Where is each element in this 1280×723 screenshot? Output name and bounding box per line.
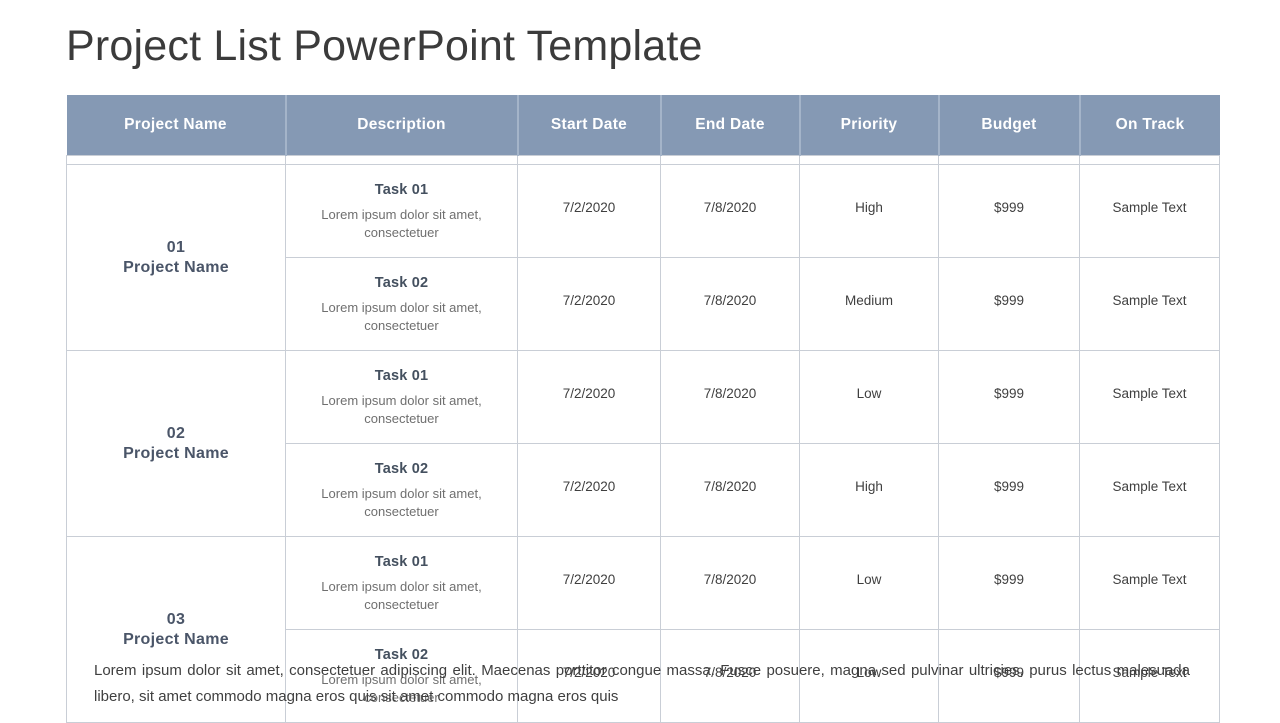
table-row[interactable]: 02 Project Name Task 01 Lorem ipsum dolo… — [66, 350, 1220, 537]
project-table: Project Name Description Start Date End … — [66, 95, 1220, 723]
priority-cell[interactable]: High — [799, 164, 939, 258]
priority-cell[interactable]: High — [799, 443, 939, 537]
on-track-cell[interactable]: Sample Text — [1079, 443, 1220, 537]
priority-cell[interactable]: Medium — [799, 257, 939, 351]
column-header-project-name[interactable]: Project Name — [66, 95, 287, 156]
description-cell[interactable]: Task 01 Lorem ipsum dolor sit amet, cons… — [285, 164, 518, 258]
budget-cell[interactable]: $999 — [938, 443, 1080, 537]
priority-value: Medium — [844, 292, 893, 308]
table-body: 01 Project Name Task 01 Lorem ipsum dolo… — [66, 155, 1220, 723]
start-date-cell[interactable]: 7/2/2020 — [517, 164, 661, 258]
budget-value: $999 — [993, 292, 1025, 308]
priority-value: High — [855, 199, 883, 215]
header-spacer-cell — [66, 155, 286, 165]
start-date-cell[interactable]: 7/2/2020 — [517, 257, 661, 351]
budget-value: $999 — [993, 571, 1025, 587]
header-spacer-cell — [938, 155, 1080, 165]
header-spacer-cell — [1079, 155, 1220, 165]
task-title: Task 01 — [374, 367, 429, 384]
priority-cell[interactable]: Low — [799, 536, 939, 630]
on-track-value: Sample Text — [1112, 292, 1187, 308]
budget-cell[interactable]: $999 — [938, 350, 1080, 444]
column-header-on-track[interactable]: On Track — [1079, 95, 1220, 156]
header-spacer-cell — [285, 155, 518, 165]
project-label: Project Name — [123, 630, 229, 648]
task-title: Task 02 — [374, 274, 429, 291]
project-table-wrapper: Project Name Description Start Date End … — [66, 95, 1220, 723]
task-description: Lorem ipsum dolor sit amet, consectetuer — [321, 392, 482, 426]
start-date-value: 7/2/2020 — [562, 478, 616, 494]
project-name-cell[interactable]: 01 Project Name — [66, 164, 286, 351]
start-date-cell[interactable]: 7/2/2020 — [517, 350, 661, 444]
priority-value: Low — [856, 385, 882, 401]
footer-description: Lorem ipsum dolor sit amet, consectetuer… — [94, 662, 1190, 705]
end-date-cell[interactable]: 7/8/2020 — [660, 350, 800, 444]
start-date-value: 7/2/2020 — [562, 385, 616, 401]
table-header: Project Name Description Start Date End … — [66, 95, 1220, 156]
task-title: Task 02 — [374, 460, 429, 477]
end-date-value: 7/8/2020 — [703, 292, 757, 308]
table-row[interactable]: 01 Project Name Task 01 Lorem ipsum dolo… — [66, 164, 1220, 351]
on-track-cell[interactable]: Sample Text — [1079, 536, 1220, 630]
start-date-value: 7/2/2020 — [562, 571, 616, 587]
on-track-cell[interactable]: Sample Text — [1079, 350, 1220, 444]
task-description: Lorem ipsum dolor sit amet, consectetuer — [321, 485, 482, 519]
budget-cell[interactable]: $999 — [938, 164, 1080, 258]
budget-cell[interactable]: $999 — [938, 257, 1080, 351]
on-track-value: Sample Text — [1112, 571, 1187, 587]
column-header-description[interactable]: Description — [285, 95, 519, 156]
header-spacer-cell — [660, 155, 800, 165]
column-header-budget[interactable]: Budget — [938, 95, 1081, 156]
start-date-value: 7/2/2020 — [562, 292, 616, 308]
description-cell[interactable]: Task 01 Lorem ipsum dolor sit amet, cons… — [285, 536, 518, 630]
column-header-priority[interactable]: Priority — [799, 95, 940, 156]
project-number: 01 — [166, 238, 186, 256]
priority-cell[interactable]: Low — [799, 350, 939, 444]
end-date-value: 7/8/2020 — [703, 385, 757, 401]
end-date-cell[interactable]: 7/8/2020 — [660, 443, 800, 537]
project-label: Project Name — [123, 258, 229, 276]
end-date-cell[interactable]: 7/8/2020 — [660, 164, 800, 258]
priority-value: High — [855, 478, 883, 494]
end-date-cell[interactable]: 7/8/2020 — [660, 536, 800, 630]
table-header-row: Project Name Description Start Date End … — [66, 95, 1220, 156]
end-date-value: 7/8/2020 — [703, 478, 757, 494]
slide: Project List PowerPoint Template Project… — [0, 0, 1280, 723]
project-number: 03 — [166, 610, 186, 628]
budget-value: $999 — [993, 199, 1025, 215]
header-spacer-cell — [517, 155, 661, 165]
budget-cell[interactable]: $999 — [938, 536, 1080, 630]
task-description: Lorem ipsum dolor sit amet, consectetuer — [321, 206, 482, 240]
page-title: Project List PowerPoint Template — [66, 22, 703, 70]
task-description: Lorem ipsum dolor sit amet, consectetuer — [321, 578, 482, 612]
start-date-cell[interactable]: 7/2/2020 — [517, 536, 661, 630]
on-track-value: Sample Text — [1112, 199, 1187, 215]
task-title: Task 01 — [374, 553, 429, 570]
end-date-value: 7/8/2020 — [703, 199, 757, 215]
table-row[interactable]: 03 Project Name Task 01 Lorem ipsum dolo… — [66, 536, 1220, 723]
on-track-value: Sample Text — [1112, 385, 1187, 401]
end-date-cell[interactable]: 7/8/2020 — [660, 257, 800, 351]
description-cell[interactable]: Task 01 Lorem ipsum dolor sit amet, cons… — [285, 350, 518, 444]
budget-value: $999 — [993, 385, 1025, 401]
column-header-start-date[interactable]: Start Date — [517, 95, 662, 156]
end-date-value: 7/8/2020 — [703, 571, 757, 587]
column-header-end-date[interactable]: End Date — [660, 95, 801, 156]
description-cell[interactable]: Task 02 Lorem ipsum dolor sit amet, cons… — [285, 257, 518, 351]
header-spacer-cell — [799, 155, 939, 165]
on-track-cell[interactable]: Sample Text — [1079, 164, 1220, 258]
on-track-cell[interactable]: Sample Text — [1079, 257, 1220, 351]
on-track-value: Sample Text — [1112, 478, 1187, 494]
description-cell[interactable]: Task 02 Lorem ipsum dolor sit amet, cons… — [285, 443, 518, 537]
project-label: Project Name — [123, 444, 229, 462]
header-spacer-row — [66, 155, 1220, 165]
budget-value: $999 — [993, 478, 1025, 494]
task-title: Task 01 — [374, 181, 429, 198]
task-description: Lorem ipsum dolor sit amet, consectetuer — [321, 299, 482, 333]
start-date-cell[interactable]: 7/2/2020 — [517, 443, 661, 537]
priority-value: Low — [856, 571, 882, 587]
project-name-cell[interactable]: 02 Project Name — [66, 350, 286, 537]
start-date-value: 7/2/2020 — [562, 199, 616, 215]
project-number: 02 — [166, 424, 186, 442]
